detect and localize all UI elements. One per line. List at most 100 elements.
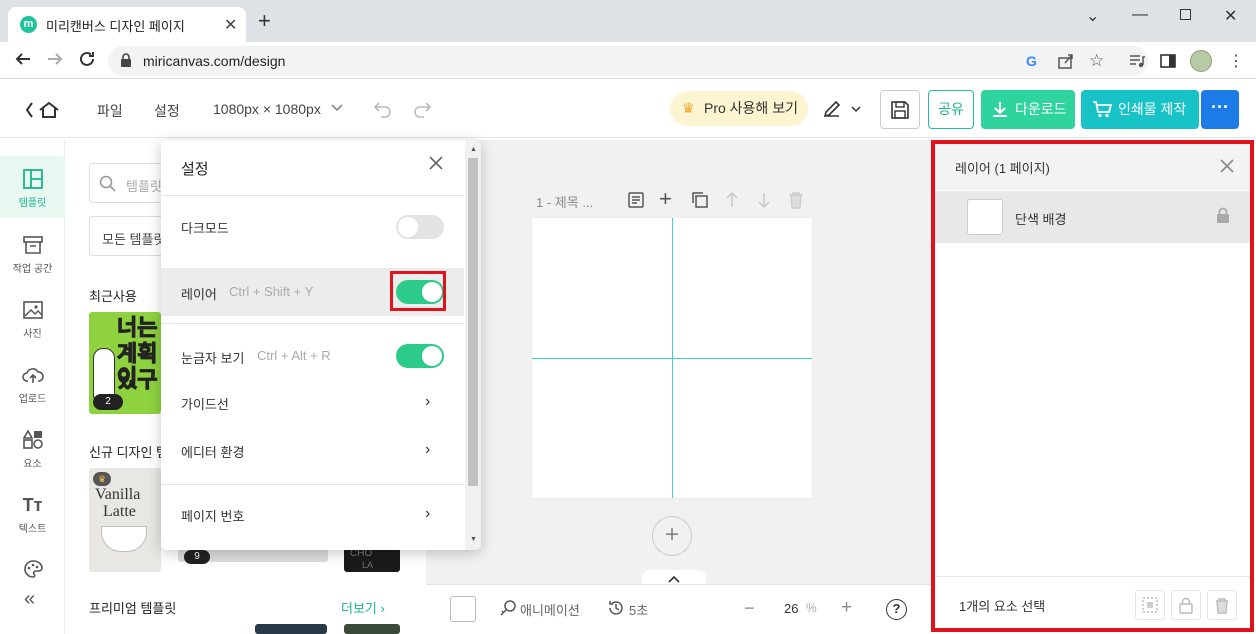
more-link-label: 더보기 — [341, 601, 377, 616]
undo-icon[interactable] — [373, 100, 393, 118]
move-down-icon[interactable] — [757, 191, 771, 209]
duplicate-page-icon[interactable] — [691, 191, 709, 209]
new-template-thumbnail[interactable]: ♛ Vanilla Latte — [89, 468, 161, 572]
recent-template-thumbnail[interactable]: 너는 계획이 있구 2 — [89, 312, 161, 414]
zoom-value[interactable]: 26 — [784, 601, 798, 616]
rail-label: 업로드 — [18, 394, 47, 405]
window-close-button[interactable]: ✕ — [1224, 6, 1237, 26]
rail-item-elements[interactable]: 요소 — [0, 417, 65, 479]
maximize-button[interactable] — [1180, 9, 1191, 20]
new-tab-button[interactable]: + — [258, 10, 271, 32]
browser-menu-icon[interactable]: ⋮ — [1228, 51, 1244, 71]
tab-search-icon[interactable]: ⌄ — [1086, 6, 1099, 26]
chevron-right-icon: › — [425, 441, 431, 458]
url-text[interactable]: miricanvas.com/design — [143, 53, 285, 69]
settings-menu[interactable]: 설정 — [154, 101, 180, 121]
collapse-rail-button[interactable]: « — [24, 588, 35, 611]
browser-tab[interactable]: m 미리캔버스 디자인 페이지 ✕ — [8, 7, 246, 42]
page-size-dropdown[interactable]: 1080px × 1080px — [213, 101, 321, 117]
layer-panel-highlight — [931, 140, 1254, 632]
tab-title: 미리캔버스 디자인 페이지 — [46, 19, 185, 34]
thumb-text: Latte — [103, 503, 136, 520]
bookmark-star-icon[interactable]: ☆ — [1089, 51, 1104, 71]
page-memo-icon[interactable] — [627, 191, 645, 209]
favicon: m — [20, 16, 37, 33]
forward-icon[interactable] — [46, 50, 64, 68]
pro-trial-button[interactable]: ♛ Pro 사용해 보기 — [670, 91, 808, 126]
rail-label: 템플릿 — [18, 198, 47, 209]
add-page-icon[interactable]: + — [659, 186, 672, 212]
page-title-label[interactable]: 1 - 제목 ... — [536, 192, 593, 211]
filter-label: 모든 템플릿 — [102, 232, 166, 247]
home-icon[interactable] — [24, 100, 60, 120]
thumb-cup — [101, 526, 147, 552]
rail-item-upload[interactable]: 업로드 — [0, 352, 65, 414]
setting-editor-env[interactable]: 에디터 환경 › — [161, 426, 464, 474]
chevron-down-icon[interactable] — [331, 104, 343, 112]
zoom-out-button[interactable]: − — [744, 598, 755, 619]
scroll-down-arrow[interactable]: ▼ — [470, 536, 477, 543]
timer-icon[interactable] — [607, 599, 625, 617]
share-page-icon[interactable] — [1057, 52, 1075, 70]
zoom-in-button[interactable]: + — [841, 597, 852, 619]
lock-icon[interactable] — [120, 53, 132, 68]
side-panel-icon[interactable] — [1160, 53, 1176, 69]
settings-scrollbar[interactable]: ▲ ▼ — [465, 140, 481, 550]
rail-label: 요소 — [23, 459, 42, 470]
layer-toggle-highlight — [390, 271, 446, 311]
reload-icon[interactable] — [78, 50, 96, 68]
settings-close-icon[interactable] — [429, 156, 443, 170]
template-thumbnail[interactable]: CHO LA — [344, 548, 400, 572]
design-page[interactable] — [532, 218, 812, 498]
rail-item-templates[interactable]: 템플릿 — [0, 156, 65, 218]
animation-icon[interactable] — [499, 599, 517, 617]
save-button[interactable] — [880, 90, 920, 129]
setting-ruler[interactable]: 눈금자 보기 Ctrl + Alt + R — [161, 332, 464, 380]
redo-icon[interactable] — [412, 100, 432, 118]
file-menu[interactable]: 파일 — [97, 101, 123, 121]
setting-dark-mode[interactable]: 다크모드 — [161, 202, 464, 250]
scroll-up-arrow[interactable]: ▲ — [470, 146, 477, 153]
rail-item-photos[interactable]: 사진 — [0, 287, 65, 349]
ruler-toggle[interactable] — [396, 344, 444, 368]
upload-icon — [21, 368, 44, 383]
setting-guides[interactable]: 가이드선 › — [161, 378, 464, 426]
minimize-button[interactable]: — — [1132, 6, 1148, 24]
share-button[interactable]: 공유 — [928, 90, 974, 129]
back-icon[interactable] — [14, 50, 32, 68]
google-icon[interactable]: G — [1026, 53, 1037, 69]
shapes-icon — [22, 429, 43, 449]
delete-page-icon[interactable] — [788, 191, 804, 209]
scrollbar-thumb[interactable] — [468, 158, 478, 486]
text-icon: Tт — [22, 495, 43, 515]
rail-item-workspace[interactable]: 작업 공간 — [0, 222, 65, 284]
settings-divider — [161, 195, 464, 196]
animation-button[interactable]: 애니메이션 — [520, 600, 580, 619]
print-order-button[interactable]: 인쇄물 제작 — [1081, 90, 1199, 129]
profile-avatar[interactable] — [1190, 50, 1212, 72]
rail-item-palette[interactable] — [0, 546, 65, 578]
move-up-icon[interactable] — [725, 191, 739, 209]
tab-close-icon[interactable]: ✕ — [224, 15, 237, 35]
premium-template-thumbnail[interactable] — [344, 624, 400, 634]
download-button[interactable]: 다운로드 — [981, 90, 1075, 129]
pen-icon[interactable] — [822, 99, 842, 119]
more-options-button[interactable]: ··· — [1201, 90, 1239, 129]
help-button[interactable]: ? — [886, 599, 907, 620]
premium-template-thumbnail[interactable] — [255, 624, 327, 634]
horizontal-guide-line — [532, 358, 812, 359]
dark-mode-toggle[interactable] — [396, 215, 444, 239]
setting-page-number[interactable]: 페이지 번호 › — [161, 490, 464, 538]
setting-label: 가이드선 — [181, 397, 229, 412]
add-page-button[interactable]: + — [652, 516, 692, 556]
chevron-down-icon[interactable] — [851, 106, 861, 113]
rail-item-text[interactable]: Tт 텍스트 — [0, 482, 65, 544]
duration-button[interactable]: 5초 — [629, 600, 648, 619]
template-icon — [22, 169, 43, 189]
pro-trial-label: Pro 사용해 보기 — [704, 100, 798, 116]
save-icon — [891, 101, 909, 119]
recent-section-title: 최근사용 — [89, 289, 137, 304]
media-control-icon[interactable] — [1128, 52, 1146, 70]
background-color-swatch[interactable] — [450, 596, 476, 622]
more-templates-link[interactable]: 더보기 › — [341, 598, 385, 617]
